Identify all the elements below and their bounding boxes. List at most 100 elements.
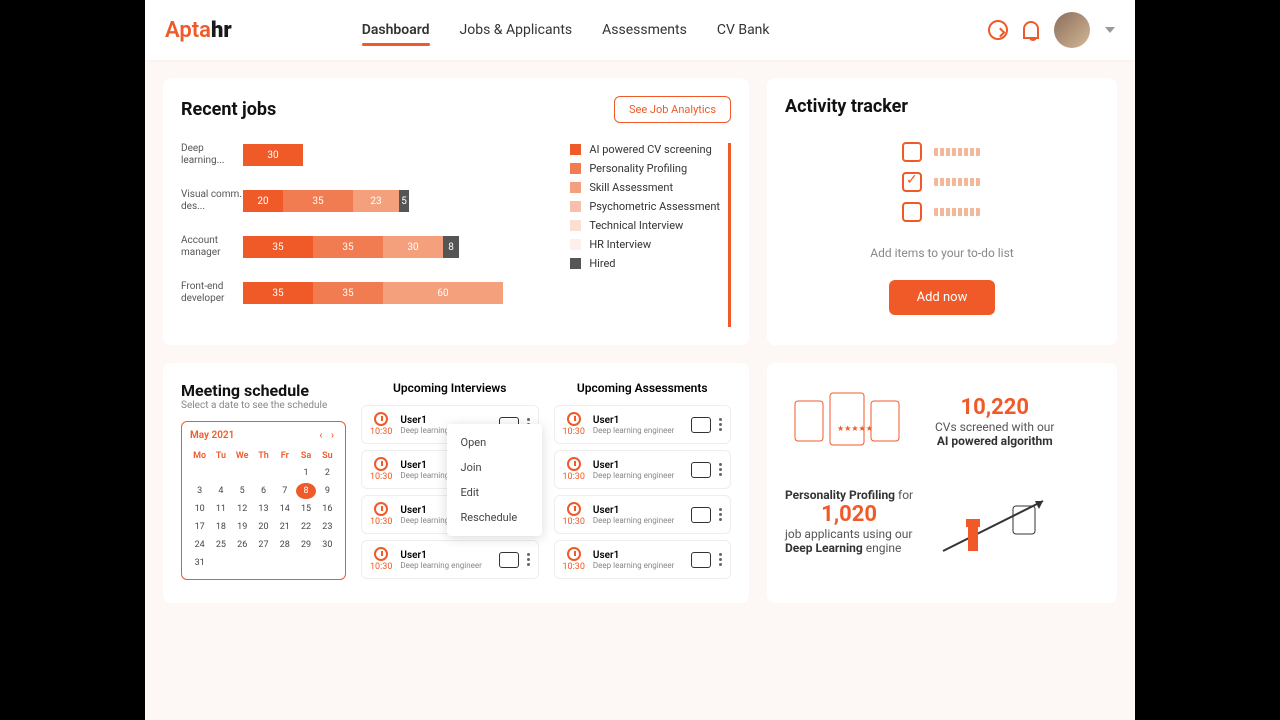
chart-segment: 30 <box>383 236 443 258</box>
calendar-dow: Tu <box>211 449 230 463</box>
calendar-day[interactable]: 25 <box>211 537 230 553</box>
legend-swatch <box>570 258 581 269</box>
upcoming-assessments-column: Upcoming Assessments 10:30 User1Deep lear… <box>554 381 732 585</box>
calendar-day[interactable]: 26 <box>233 537 252 553</box>
menu-reschedule[interactable]: Reschedule <box>447 505 542 530</box>
chart-segment: 8 <box>443 236 459 258</box>
clock-icon: 10:30 <box>563 502 585 527</box>
chart-segment: 35 <box>313 236 383 258</box>
avatar[interactable] <box>1054 12 1090 48</box>
see-analytics-button[interactable]: See Job Analytics <box>614 96 731 123</box>
calendar-day[interactable]: 16 <box>318 501 337 517</box>
calendar-day[interactable]: 5 <box>233 483 252 499</box>
calendar-day[interactable]: 11 <box>211 501 230 517</box>
meeting-menu-button[interactable] <box>719 418 722 431</box>
chevron-down-icon[interactable] <box>1105 27 1115 33</box>
chart-row-label: Visual comm. des... <box>181 189 243 213</box>
calendar-day[interactable]: 31 <box>190 555 209 571</box>
calendar-prev[interactable]: ‹ <box>316 430 325 441</box>
main-nav: Dashboard Jobs & Applicants Assessments … <box>362 4 770 56</box>
meeting-menu-button[interactable] <box>719 553 722 566</box>
meeting-menu-button[interactable] <box>719 508 722 521</box>
legend-item: HR Interview <box>570 238 720 251</box>
nav-dashboard[interactable]: Dashboard <box>362 4 430 56</box>
legend-label: Personality Profiling <box>589 162 687 175</box>
legend-item: Technical Interview <box>570 219 720 232</box>
calendar-day[interactable]: 20 <box>254 519 273 535</box>
meeting-menu-button[interactable] <box>719 463 722 476</box>
legend-swatch <box>570 220 581 231</box>
calendar-day[interactable]: 13 <box>254 501 273 517</box>
meeting-schedule-card: Meeting schedule Select a date to see th… <box>163 363 749 603</box>
assessments-title: Upcoming Assessments <box>554 381 732 395</box>
chart-segment: 35 <box>313 282 383 304</box>
nav-jobs[interactable]: Jobs & Applicants <box>460 4 573 56</box>
meeting-type-icon <box>691 507 711 523</box>
calendar-day[interactable]: 22 <box>296 519 315 535</box>
calendar-day[interactable]: 27 <box>254 537 273 553</box>
meeting-item[interactable]: 10:30User1Deep learning engineer <box>554 540 732 579</box>
meeting-info: User1Deep learning engineer <box>400 550 490 570</box>
cv-count: 10,220 <box>935 395 1054 420</box>
legend-item: Hired <box>570 257 720 270</box>
upcoming-interviews-column: Upcoming Interviews 10:30User1Deep learn… <box>361 381 539 585</box>
calendar-day[interactable]: 1 <box>296 465 315 481</box>
todo-illustration <box>902 142 982 232</box>
legend-swatch <box>570 201 581 212</box>
stacked-bar-chart: Deep learning...30Visual comm. des...203… <box>181 143 560 327</box>
chart-row-label: Account manager <box>181 235 243 259</box>
calendar-day[interactable]: 23 <box>318 519 337 535</box>
calendar-day[interactable]: 14 <box>275 501 294 517</box>
meeting-info: User1Deep learning engineer <box>593 415 683 435</box>
calendar-day[interactable]: 21 <box>275 519 294 535</box>
legend-swatch <box>570 163 581 174</box>
legend-label: Technical Interview <box>589 219 683 232</box>
calendar-day[interactable]: 10 <box>190 501 209 517</box>
clock-icon: 10:30 <box>370 502 392 527</box>
legend-swatch <box>570 182 581 193</box>
meeting-info: User1Deep learning engineer <box>593 460 683 480</box>
menu-open[interactable]: Open <box>447 430 542 455</box>
calendar-day[interactable]: 3 <box>190 483 209 499</box>
calendar-day[interactable]: 29 <box>296 537 315 553</box>
calendar-day[interactable]: 15 <box>296 501 315 517</box>
calendar-dow: Su <box>318 449 337 463</box>
menu-edit[interactable]: Edit <box>447 480 542 505</box>
meeting-type-icon <box>691 552 711 568</box>
meeting-menu-button[interactable] <box>527 553 530 566</box>
add-now-button[interactable]: Add now <box>889 280 996 315</box>
calendar-day[interactable]: 7 <box>275 483 294 499</box>
calendar-day[interactable]: 19 <box>233 519 252 535</box>
calendar-day[interactable]: 24 <box>190 537 209 553</box>
calendar-day[interactable]: 9 <box>318 483 337 499</box>
calendar-next[interactable]: › <box>328 430 337 441</box>
recent-jobs-card: Recent jobs See Job Analytics Deep learn… <box>163 78 749 345</box>
meeting-title: Meeting schedule <box>181 381 346 400</box>
calendar-day[interactable]: 4 <box>211 483 230 499</box>
calendar-day[interactable]: 30 <box>318 537 337 553</box>
calendar-dow: Th <box>254 449 273 463</box>
meeting-item[interactable]: 10:30User1Deep learning engineerOpenJoin… <box>361 405 539 444</box>
calendar-day[interactable]: 18 <box>211 519 230 535</box>
meeting-item[interactable]: 10:30User1Deep learning engineer <box>554 405 732 444</box>
calendar-day[interactable]: 2 <box>318 465 337 481</box>
nav-assessments[interactable]: Assessments <box>602 4 687 56</box>
chart-segment: 20 <box>243 190 283 212</box>
chart-segment: 30 <box>243 144 303 166</box>
calendar-day[interactable]: 12 <box>233 501 252 517</box>
calendar-day[interactable]: 17 <box>190 519 209 535</box>
meeting-info: User1Deep learning engineer <box>593 505 683 525</box>
nav-cv-bank[interactable]: CV Bank <box>717 4 770 56</box>
recent-jobs-title: Recent jobs <box>181 99 276 120</box>
meeting-item[interactable]: 10:30User1Deep learning engineer <box>361 540 539 579</box>
meeting-type-icon <box>691 417 711 433</box>
menu-join[interactable]: Join <box>447 455 542 480</box>
calendar-day[interactable]: 8 <box>296 483 315 499</box>
bell-icon[interactable] <box>1023 21 1039 39</box>
chat-icon[interactable] <box>988 20 1008 40</box>
chart-row-label: Deep learning... <box>181 143 243 167</box>
calendar-day[interactable]: 6 <box>254 483 273 499</box>
calendar-day[interactable]: 28 <box>275 537 294 553</box>
meeting-item[interactable]: 10:30User1Deep learning engineer <box>554 450 732 489</box>
meeting-item[interactable]: 10:30 User1Deep learning engineer <box>554 495 732 534</box>
